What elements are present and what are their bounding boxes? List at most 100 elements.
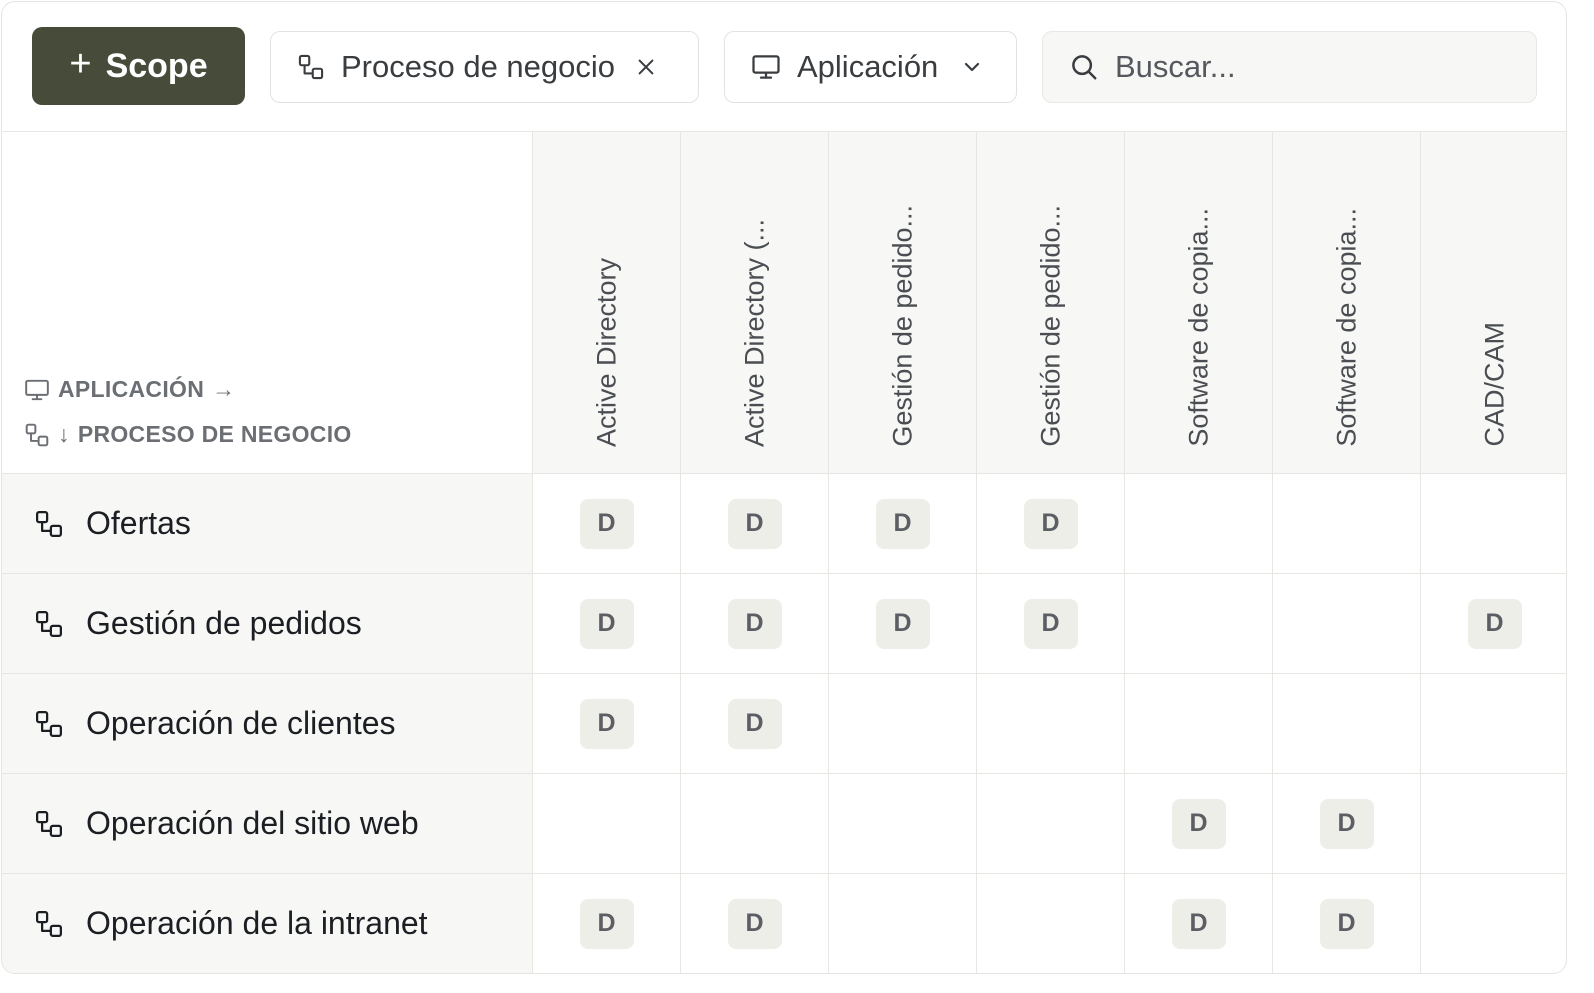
column-header[interactable]: CAD/CAM: [1421, 132, 1566, 474]
column-header[interactable]: Active Directory: [533, 132, 681, 474]
matrix-cell[interactable]: [1421, 774, 1566, 873]
column-header[interactable]: Gestión de pedido...: [829, 132, 977, 474]
filter-chip-proceso-label: Proceso de negocio: [341, 49, 616, 84]
relation-badge[interactable]: D: [1171, 898, 1226, 949]
matrix-cell[interactable]: [1421, 674, 1566, 773]
matrix-cell[interactable]: D: [1273, 874, 1421, 973]
matrix-cell[interactable]: [1421, 874, 1566, 973]
axis-proceso-label: PROCESO DE NEGOCIO: [77, 421, 352, 447]
matrix-row: Ofertas D D D D: [2, 474, 1566, 574]
relation-badge[interactable]: D: [1467, 598, 1522, 649]
matrix-row: Operación de la intranet D D D D: [2, 874, 1566, 973]
column-header[interactable]: Software de copia...: [1125, 132, 1273, 474]
matrix-cell[interactable]: D: [1125, 774, 1273, 873]
row-header-label: Ofertas: [86, 505, 191, 541]
matrix-cell[interactable]: D: [1125, 874, 1273, 973]
relation-badge[interactable]: D: [579, 898, 634, 949]
row-header-label: Operación del sitio web: [86, 805, 419, 841]
matrix-cell[interactable]: D: [977, 474, 1125, 573]
row-header-label: Operación de la intranet: [86, 905, 428, 941]
matrix-cell[interactable]: D: [681, 674, 829, 773]
column-header-label: Active Directory: [591, 257, 621, 447]
relation-badge[interactable]: D: [579, 698, 634, 749]
matrix-cell[interactable]: D: [977, 574, 1125, 673]
process-icon: [25, 423, 49, 446]
matrix-cell[interactable]: [533, 774, 681, 873]
relation-badge[interactable]: D: [875, 598, 930, 649]
relation-badge[interactable]: D: [1023, 498, 1078, 549]
row-header[interactable]: Operación del sitio web: [2, 774, 533, 873]
toolbar: + Scope Proceso de negocio Aplicación: [2, 2, 1566, 132]
matrix-cell[interactable]: [1273, 474, 1421, 573]
arrow-right-icon: →: [212, 376, 236, 402]
relation-badge[interactable]: D: [579, 498, 634, 549]
matrix-cell[interactable]: [977, 874, 1125, 973]
matrix-cell[interactable]: D: [681, 874, 829, 973]
row-header[interactable]: Operación de la intranet: [2, 874, 533, 973]
relation-badge[interactable]: D: [727, 698, 782, 749]
column-header[interactable]: Active Directory (...: [681, 132, 829, 474]
matrix-cell[interactable]: [977, 674, 1125, 773]
row-header[interactable]: Operación de clientes: [2, 674, 533, 773]
matrix-row: Operación del sitio web D D: [2, 774, 1566, 874]
relation-badge[interactable]: D: [1319, 898, 1374, 949]
row-header[interactable]: Gestión de pedidos: [2, 574, 533, 673]
matrix-cell[interactable]: [1125, 574, 1273, 673]
matrix-cell[interactable]: [1273, 574, 1421, 673]
column-header[interactable]: Gestión de pedido...: [977, 132, 1125, 474]
chevron-down-icon: [960, 55, 984, 79]
row-header-label: Operación de clientes: [86, 705, 396, 741]
matrix-cell[interactable]: [829, 674, 977, 773]
close-icon[interactable]: [635, 56, 657, 78]
axis-proceso: ↓ PROCESO DE NEGOCIO: [24, 421, 352, 448]
column-header-label: Gestión de pedido...: [887, 205, 917, 447]
matrix-cell[interactable]: [829, 874, 977, 973]
column-header-label: Software de copia...: [1331, 208, 1361, 447]
filter-dropdown-aplicacion-label: Aplicación: [797, 49, 939, 84]
relation-badge[interactable]: D: [727, 498, 782, 549]
column-header-label: CAD/CAM: [1479, 322, 1509, 447]
relation-badge[interactable]: D: [875, 498, 930, 549]
column-header-label: Software de copia...: [1183, 208, 1213, 447]
matrix-cell[interactable]: [1421, 474, 1566, 573]
matrix-cell[interactable]: [829, 774, 977, 873]
search-box[interactable]: [1042, 31, 1537, 103]
axis-aplicacion: APLICACIÓN →: [24, 376, 235, 403]
relation-badge[interactable]: D: [579, 598, 634, 649]
matrix-row: Gestión de pedidos D D D D D: [2, 574, 1566, 674]
search-input[interactable]: [1115, 49, 1515, 85]
matrix-cell[interactable]: D: [533, 474, 681, 573]
matrix-cell[interactable]: [1273, 674, 1421, 773]
matrix-cell[interactable]: [681, 774, 829, 873]
matrix-cell[interactable]: D: [533, 574, 681, 673]
column-header[interactable]: Software de copia...: [1273, 132, 1421, 474]
matrix-corner: APLICACIÓN → ↓ PROCESO DE NEGOCIO: [2, 132, 533, 474]
process-icon: [34, 809, 64, 839]
matrix-cell[interactable]: D: [829, 474, 977, 573]
filter-dropdown-aplicacion[interactable]: Aplicación: [724, 31, 1017, 103]
add-scope-button[interactable]: + Scope: [32, 27, 245, 105]
matrix-cell[interactable]: D: [533, 874, 681, 973]
matrix-cell[interactable]: D: [681, 474, 829, 573]
matrix-cell[interactable]: [1125, 474, 1273, 573]
monitor-icon: [752, 55, 780, 79]
process-icon: [34, 509, 64, 539]
plus-icon: +: [69, 43, 92, 85]
filter-chip-proceso[interactable]: Proceso de negocio: [270, 31, 699, 103]
matrix-cell[interactable]: D: [681, 574, 829, 673]
relation-badge[interactable]: D: [727, 898, 782, 949]
matrix-cell[interactable]: D: [1421, 574, 1566, 673]
matrix-cell[interactable]: D: [829, 574, 977, 673]
matrix-cell[interactable]: [1125, 674, 1273, 773]
matrix-cell[interactable]: D: [1273, 774, 1421, 873]
matrix-cell[interactable]: D: [533, 674, 681, 773]
relation-badge[interactable]: D: [727, 598, 782, 649]
relation-badge[interactable]: D: [1171, 798, 1226, 849]
relation-badge[interactable]: D: [1319, 798, 1374, 849]
matrix-cell[interactable]: [977, 774, 1125, 873]
relation-badge[interactable]: D: [1023, 598, 1078, 649]
process-icon: [34, 909, 64, 939]
row-header[interactable]: Ofertas: [2, 474, 533, 573]
row-header-label: Gestión de pedidos: [86, 605, 362, 641]
search-icon: [1072, 55, 1097, 80]
